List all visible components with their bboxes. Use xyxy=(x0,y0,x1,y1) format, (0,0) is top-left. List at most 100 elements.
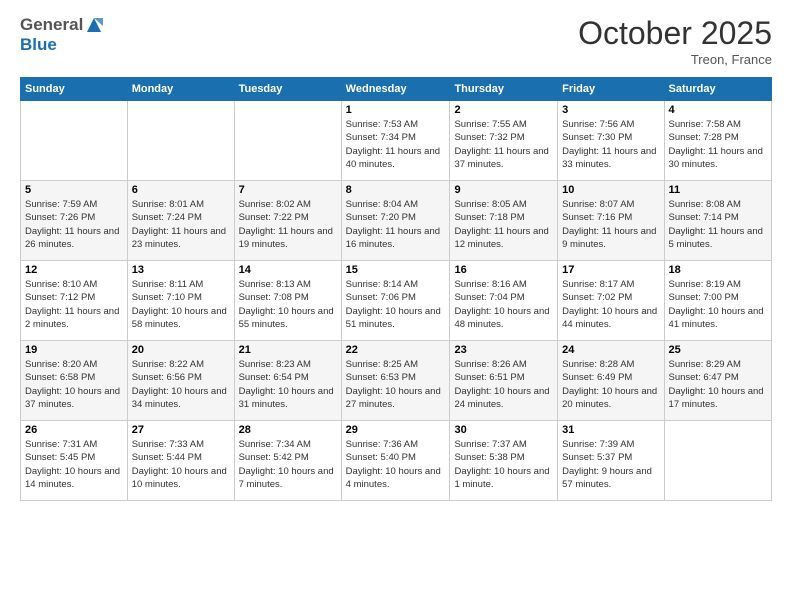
day-info: Sunrise: 8:04 AMSunset: 7:20 PMDaylight:… xyxy=(346,198,446,251)
day-info: Sunrise: 8:22 AMSunset: 6:56 PMDaylight:… xyxy=(132,358,230,411)
day-cell: 11 Sunrise: 8:08 AMSunset: 7:14 PMDayligh… xyxy=(664,181,771,261)
calendar-table: Sunday Monday Tuesday Wednesday Thursday… xyxy=(20,77,772,501)
week-row-3: 12Sunrise: 8:10 AMSunset: 7:12 PMDayligh… xyxy=(21,261,772,341)
day-cell: 2 Sunrise: 7:55 AMSunset: 7:32 PMDaylight… xyxy=(450,101,558,181)
day-cell: 27Sunrise: 7:33 AMSunset: 5:44 PMDayligh… xyxy=(127,421,234,501)
col-friday: Friday xyxy=(558,78,664,101)
day-number: 17 xyxy=(562,264,659,276)
day-number: 20 xyxy=(132,344,230,356)
logo-blue-text: Blue xyxy=(20,35,103,55)
day-number: 26 xyxy=(25,424,123,436)
page: General Blue October 2025 Treon, France … xyxy=(0,0,792,612)
day-cell: 25Sunrise: 8:29 AMSunset: 6:47 PMDayligh… xyxy=(664,341,771,421)
day-info: Sunrise: 7:36 AMSunset: 5:40 PMDaylight:… xyxy=(346,438,446,491)
day-number: 18 xyxy=(669,264,767,276)
day-info: Sunrise: 7:58 AMSunset: 7:28 PMDaylight:… xyxy=(669,118,767,171)
day-cell: 22 Sunrise: 8:25 AMSunset: 6:53 PMDayligh… xyxy=(341,341,450,421)
col-sunday: Sunday xyxy=(21,78,128,101)
header: General Blue October 2025 Treon, France xyxy=(20,15,772,67)
day-cell: 7 Sunrise: 8:02 AMSunset: 7:22 PMDaylight… xyxy=(234,181,341,261)
day-info: Sunrise: 8:02 AMSunset: 7:22 PMDaylight:… xyxy=(239,198,337,251)
day-cell: 9 Sunrise: 8:05 AMSunset: 7:18 PMDaylight… xyxy=(450,181,558,261)
col-tuesday: Tuesday xyxy=(234,78,341,101)
location-subtitle: Treon, France xyxy=(578,52,772,67)
day-number: 31 xyxy=(562,424,659,436)
day-number: 2 xyxy=(454,104,553,116)
day-info: Sunrise: 8:05 AMSunset: 7:18 PMDaylight:… xyxy=(454,198,553,251)
day-info: Sunrise: 8:07 AMSunset: 7:16 PMDaylight:… xyxy=(562,198,659,251)
day-info: Sunrise: 7:37 AMSunset: 5:38 PMDaylight:… xyxy=(454,438,553,491)
day-cell: 19 Sunrise: 8:20 AMSunset: 6:58 PMDayligh… xyxy=(21,341,128,421)
day-number: 15 xyxy=(346,264,446,276)
day-number: 16 xyxy=(454,264,553,276)
day-number: 23 xyxy=(454,344,553,356)
day-info: Sunrise: 8:26 AMSunset: 6:51 PMDaylight:… xyxy=(454,358,553,411)
day-cell: 5Sunrise: 7:59 AMSunset: 7:26 PMDaylight… xyxy=(21,181,128,261)
day-cell: 10 Sunrise: 8:07 AMSunset: 7:16 PMDayligh… xyxy=(558,181,664,261)
day-number: 12 xyxy=(25,264,123,276)
day-info: Sunrise: 8:11 AMSunset: 7:10 PMDaylight:… xyxy=(132,278,230,331)
day-info: Sunrise: 7:33 AMSunset: 5:44 PMDaylight:… xyxy=(132,438,230,491)
logo-general-text: General xyxy=(20,15,83,35)
week-row-5: 26 Sunrise: 7:31 AMSunset: 5:45 PMDayligh… xyxy=(21,421,772,501)
day-cell: 12Sunrise: 8:10 AMSunset: 7:12 PMDayligh… xyxy=(21,261,128,341)
day-cell xyxy=(234,101,341,181)
day-cell: 17 Sunrise: 8:17 AMSunset: 7:02 PMDayligh… xyxy=(558,261,664,341)
week-row-1: 1 Sunrise: 7:53 AMSunset: 7:34 PMDaylight… xyxy=(21,101,772,181)
day-cell: 15 Sunrise: 8:14 AMSunset: 7:06 PMDayligh… xyxy=(341,261,450,341)
day-info: Sunrise: 7:55 AMSunset: 7:32 PMDaylight:… xyxy=(454,118,553,171)
day-number: 11 xyxy=(669,184,767,196)
day-cell: 30Sunrise: 7:37 AMSunset: 5:38 PMDayligh… xyxy=(450,421,558,501)
day-info: Sunrise: 8:29 AMSunset: 6:47 PMDaylight:… xyxy=(669,358,767,411)
day-number: 13 xyxy=(132,264,230,276)
day-number: 22 xyxy=(346,344,446,356)
day-cell: 1 Sunrise: 7:53 AMSunset: 7:34 PMDaylight… xyxy=(341,101,450,181)
day-cell: 31 Sunrise: 7:39 AMSunset: 5:37 PMDayligh… xyxy=(558,421,664,501)
col-thursday: Thursday xyxy=(450,78,558,101)
day-info: Sunrise: 8:25 AMSunset: 6:53 PMDaylight:… xyxy=(346,358,446,411)
day-info: Sunrise: 7:59 AMSunset: 7:26 PMDaylight:… xyxy=(25,198,123,251)
day-cell xyxy=(21,101,128,181)
day-cell: 29 Sunrise: 7:36 AMSunset: 5:40 PMDayligh… xyxy=(341,421,450,501)
day-info: Sunrise: 8:20 AMSunset: 6:58 PMDaylight:… xyxy=(25,358,123,411)
day-info: Sunrise: 8:08 AMSunset: 7:14 PMDaylight:… xyxy=(669,198,767,251)
col-wednesday: Wednesday xyxy=(341,78,450,101)
day-info: Sunrise: 7:56 AMSunset: 7:30 PMDaylight:… xyxy=(562,118,659,171)
day-info: Sunrise: 8:14 AMSunset: 7:06 PMDaylight:… xyxy=(346,278,446,331)
day-info: Sunrise: 8:19 AMSunset: 7:00 PMDaylight:… xyxy=(669,278,767,331)
day-number: 3 xyxy=(562,104,659,116)
day-number: 29 xyxy=(346,424,446,436)
day-cell: 14Sunrise: 8:13 AMSunset: 7:08 PMDayligh… xyxy=(234,261,341,341)
day-number: 21 xyxy=(239,344,337,356)
logo: General Blue xyxy=(20,15,103,55)
day-number: 9 xyxy=(454,184,553,196)
day-info: Sunrise: 7:53 AMSunset: 7:34 PMDaylight:… xyxy=(346,118,446,171)
day-cell: 8 Sunrise: 8:04 AMSunset: 7:20 PMDaylight… xyxy=(341,181,450,261)
day-info: Sunrise: 7:31 AMSunset: 5:45 PMDaylight:… xyxy=(25,438,123,491)
day-number: 1 xyxy=(346,104,446,116)
day-cell: 23 Sunrise: 8:26 AMSunset: 6:51 PMDayligh… xyxy=(450,341,558,421)
day-number: 8 xyxy=(346,184,446,196)
day-cell: 4 Sunrise: 7:58 AMSunset: 7:28 PMDaylight… xyxy=(664,101,771,181)
day-cell: 13 Sunrise: 8:11 AMSunset: 7:10 PMDayligh… xyxy=(127,261,234,341)
day-number: 10 xyxy=(562,184,659,196)
day-cell: 26 Sunrise: 7:31 AMSunset: 5:45 PMDayligh… xyxy=(21,421,128,501)
day-info: Sunrise: 8:01 AMSunset: 7:24 PMDaylight:… xyxy=(132,198,230,251)
day-info: Sunrise: 7:34 AMSunset: 5:42 PMDaylight:… xyxy=(239,438,337,491)
day-cell xyxy=(127,101,234,181)
day-cell: 20 Sunrise: 8:22 AMSunset: 6:56 PMDayligh… xyxy=(127,341,234,421)
day-number: 6 xyxy=(132,184,230,196)
week-row-2: 5Sunrise: 7:59 AMSunset: 7:26 PMDaylight… xyxy=(21,181,772,261)
day-number: 19 xyxy=(25,344,123,356)
day-cell: 28Sunrise: 7:34 AMSunset: 5:42 PMDayligh… xyxy=(234,421,341,501)
day-cell: 18 Sunrise: 8:19 AMSunset: 7:00 PMDayligh… xyxy=(664,261,771,341)
day-number: 4 xyxy=(669,104,767,116)
title-block: October 2025 Treon, France xyxy=(578,15,772,67)
day-number: 24 xyxy=(562,344,659,356)
day-cell xyxy=(664,421,771,501)
day-info: Sunrise: 8:17 AMSunset: 7:02 PMDaylight:… xyxy=(562,278,659,331)
day-info: Sunrise: 7:39 AMSunset: 5:37 PMDaylight:… xyxy=(562,438,659,491)
day-number: 14 xyxy=(239,264,337,276)
day-number: 7 xyxy=(239,184,337,196)
week-row-4: 19 Sunrise: 8:20 AMSunset: 6:58 PMDayligh… xyxy=(21,341,772,421)
